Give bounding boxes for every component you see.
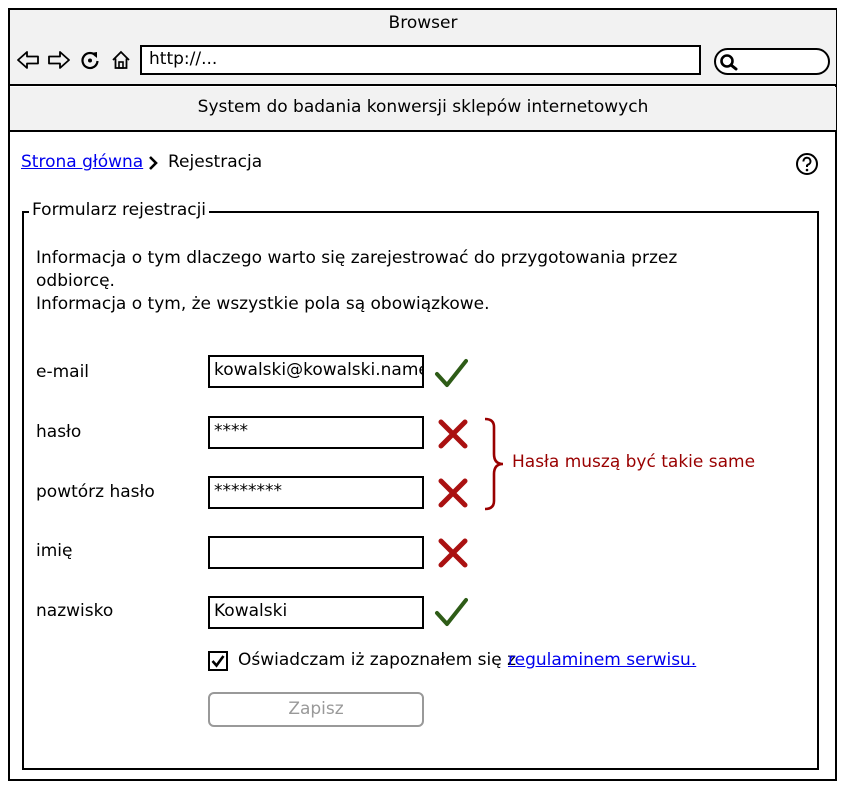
app-title: System do badania konwersji sklepów inte…: [197, 97, 649, 117]
fieldset-legend: Formularz rejestracji: [29, 200, 210, 220]
checkmark-icon: [435, 598, 468, 626]
error-cross-icon: [438, 538, 468, 568]
consent-checkbox[interactable]: [208, 651, 228, 671]
password-repeat-field[interactable]: ********: [208, 476, 424, 509]
check-icon: [211, 655, 225, 668]
form-info: Informacja o tym dlaczego warto się zare…: [36, 247, 696, 316]
search-icon: [720, 54, 738, 71]
password-label: hasło: [36, 422, 82, 442]
password-field[interactable]: ****: [208, 416, 424, 449]
consent-text: Oświadczam iż zapoznałem się z: [238, 650, 517, 670]
breadcrumb-home-link[interactable]: Strona główna: [21, 152, 143, 172]
info-required-fields: Informacja o tym, że wszystkie pola są o…: [36, 294, 490, 314]
email-label: e-mail: [36, 362, 90, 382]
breadcrumb-current: Rejestracja: [168, 152, 263, 172]
first-name-field[interactable]: [208, 536, 424, 569]
help-icon[interactable]: [795, 152, 819, 176]
info-why-register: Informacja o tym dlaczego warto się zare…: [36, 248, 678, 291]
terms-link[interactable]: regulaminem serwisu.: [508, 650, 696, 670]
first-name-label: imię: [36, 541, 73, 561]
password-mismatch-error: Hasła muszą być takie same: [512, 452, 756, 472]
chevron-right-icon: [149, 156, 158, 170]
window-title: Browser: [388, 13, 458, 33]
error-cross-icon: [438, 419, 468, 449]
password-repeat-label: powtórz hasło: [36, 482, 155, 502]
save-button[interactable]: Zapisz: [208, 692, 424, 727]
back-arrow-icon[interactable]: [17, 48, 39, 72]
brace-icon: [484, 417, 504, 511]
reload-icon[interactable]: [79, 48, 101, 72]
last-name-field[interactable]: Kowalski: [208, 596, 424, 629]
home-icon[interactable]: [110, 48, 132, 72]
browser-search-field[interactable]: [714, 48, 830, 75]
address-bar[interactable]: http://...: [140, 45, 701, 75]
last-name-label: nazwisko: [36, 601, 114, 621]
error-cross-icon: [438, 478, 468, 508]
email-field[interactable]: kowalski@kowalski.name: [208, 355, 424, 388]
forward-arrow-icon[interactable]: [48, 48, 70, 72]
checkmark-icon: [435, 359, 468, 387]
